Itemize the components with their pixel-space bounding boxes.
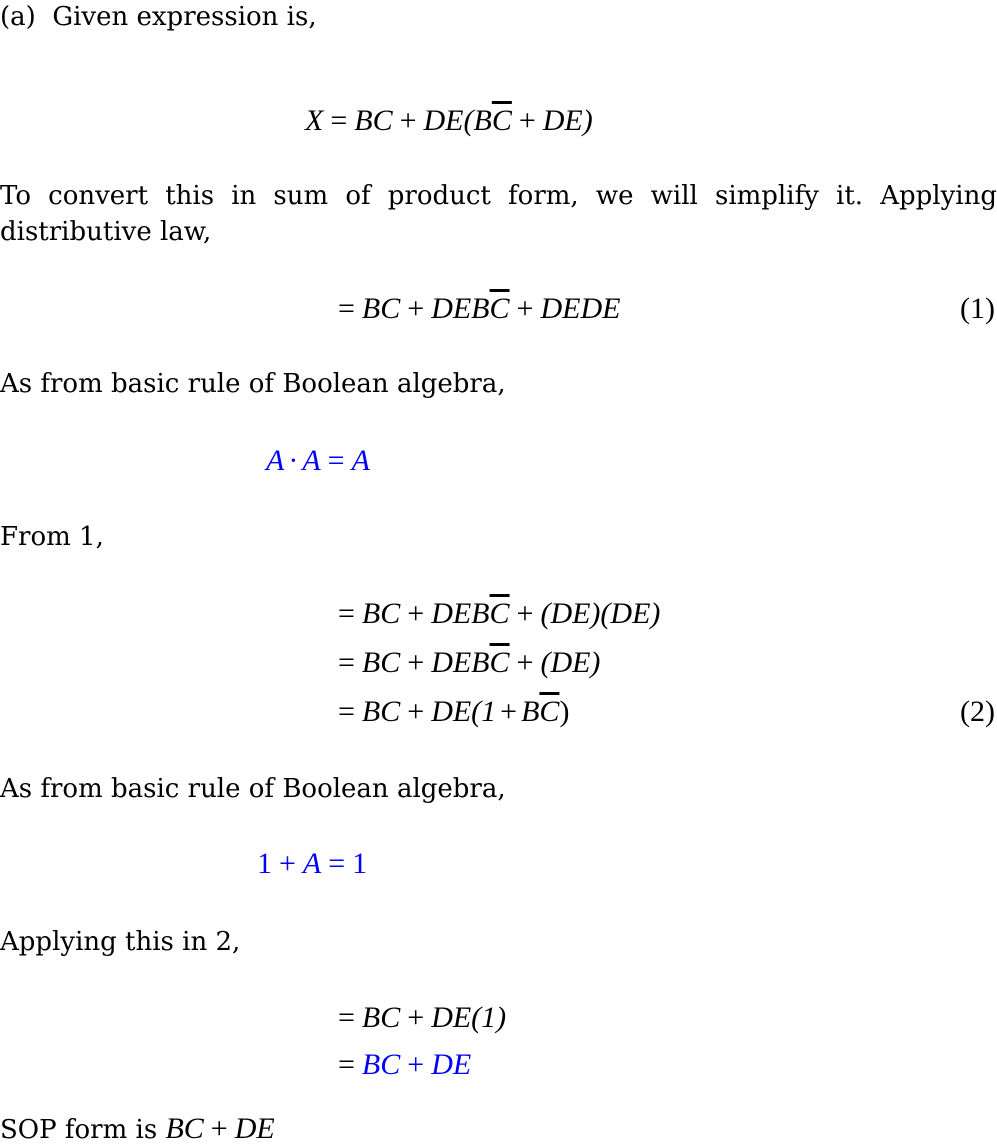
term-bc: BC bbox=[361, 1001, 401, 1034]
equation-2-line-3: = BC + DE(1 + BC) bbox=[338, 694, 569, 730]
var-a: A bbox=[351, 444, 370, 477]
intro-text: Given expression is, bbox=[52, 2, 317, 32]
equation-number-2: (2) bbox=[960, 695, 995, 728]
plus-sign: + bbox=[407, 597, 425, 630]
equation-3-line-2: = BC + DE bbox=[338, 1047, 471, 1083]
conclusion-text: SOP form is bbox=[0, 1115, 158, 1145]
term-dede: DEDE bbox=[540, 292, 621, 325]
idempotent-rule: A · A = A bbox=[266, 443, 370, 479]
apply-in-2-text: Applying this in 2, bbox=[0, 927, 241, 957]
term-de: DE bbox=[234, 1112, 275, 1145]
term-bc: BC bbox=[361, 1048, 401, 1081]
term-bc: BC bbox=[361, 292, 401, 325]
close-paren: ) bbox=[559, 695, 570, 728]
term-c-complement: C bbox=[539, 695, 560, 728]
given-expression: X = BC + DE(BC + DE) bbox=[305, 103, 593, 139]
term-c-complement: C bbox=[489, 646, 510, 679]
rule-1-intro: As from basic rule of Boolean algebra, bbox=[0, 369, 506, 399]
plus-sign: + bbox=[407, 1001, 425, 1034]
equals-sign: = bbox=[328, 847, 346, 880]
plus-sign: + bbox=[500, 695, 518, 728]
term-bc: BC bbox=[361, 695, 401, 728]
constant-one: 1 bbox=[352, 847, 368, 880]
term-c-complement: C bbox=[491, 104, 512, 137]
plus-sign: + bbox=[518, 104, 536, 137]
part-label: (a) bbox=[0, 2, 36, 32]
term-deb: DEB bbox=[431, 646, 490, 679]
plus-sign: + bbox=[210, 1112, 228, 1145]
term-de: DE) bbox=[542, 104, 593, 137]
and-operator: · bbox=[288, 444, 299, 477]
var-a: A bbox=[302, 847, 322, 880]
term-c-complement: C bbox=[489, 597, 510, 630]
plus-sign: + bbox=[407, 292, 425, 325]
equals-sign: = bbox=[338, 597, 355, 630]
term-deb: DEB bbox=[431, 597, 490, 630]
term-de: (DE) bbox=[540, 646, 601, 679]
plus-sign: + bbox=[407, 646, 425, 679]
rule-2-intro: As from basic rule of Boolean algebra, bbox=[0, 774, 506, 804]
equals-sign: = bbox=[338, 292, 355, 325]
equals-sign: = bbox=[330, 104, 348, 137]
term-bc: BC bbox=[361, 646, 401, 679]
constant-one: 1 bbox=[257, 847, 272, 880]
equation-number-1: (1) bbox=[960, 292, 995, 325]
equals-sign: = bbox=[338, 1001, 355, 1034]
plus-sign: + bbox=[407, 1048, 425, 1081]
plus-sign: + bbox=[279, 847, 296, 880]
equation-1: = BC + DEBC + DEDE bbox=[338, 291, 620, 327]
equals-sign: = bbox=[338, 1048, 355, 1081]
paragraph-distributive: To convert this in sum of product form, … bbox=[0, 181, 997, 247]
equation-3-line-1: = BC + DE(1) bbox=[338, 1000, 506, 1036]
term-bc: BC bbox=[354, 104, 393, 137]
annulment-rule: 1 + A = 1 bbox=[257, 846, 367, 882]
term-deb: DEB bbox=[431, 292, 490, 325]
plus-sign: + bbox=[516, 292, 534, 325]
term-de: DE bbox=[431, 1048, 472, 1081]
sop-result: BC + DE bbox=[165, 1112, 274, 1145]
equation-2-line-1: = BC + DEBC + (DE)(DE) bbox=[338, 596, 660, 632]
final-result: BC + DE bbox=[362, 1048, 471, 1081]
plus-sign: + bbox=[516, 646, 534, 679]
term-b: B bbox=[521, 695, 540, 728]
plus-sign: + bbox=[399, 104, 417, 137]
from-1-text: From 1, bbox=[0, 522, 104, 552]
conclusion: SOP form is BC + DE bbox=[0, 1112, 275, 1147]
var-a: A bbox=[266, 444, 285, 477]
equation-2-line-2: = BC + DEBC + (DE) bbox=[338, 645, 600, 681]
equals-sign: = bbox=[327, 444, 345, 477]
plus-sign: + bbox=[407, 695, 425, 728]
term-bc: BC bbox=[165, 1112, 204, 1145]
term-de-de: (DE)(DE) bbox=[540, 597, 661, 630]
var-a: A bbox=[302, 444, 321, 477]
term-bc: BC bbox=[361, 597, 401, 630]
part-a-intro: (a) Given expression is, bbox=[0, 0, 317, 34]
var-x: X bbox=[305, 104, 324, 137]
term-de-one: DE(1 bbox=[431, 695, 497, 728]
equals-sign: = bbox=[338, 646, 355, 679]
term-c-complement: C bbox=[489, 292, 510, 325]
term-de-one: DE(1) bbox=[431, 1001, 507, 1034]
plus-sign: + bbox=[516, 597, 534, 630]
term-de-b: DE(B bbox=[423, 104, 492, 137]
equals-sign: = bbox=[338, 695, 355, 728]
